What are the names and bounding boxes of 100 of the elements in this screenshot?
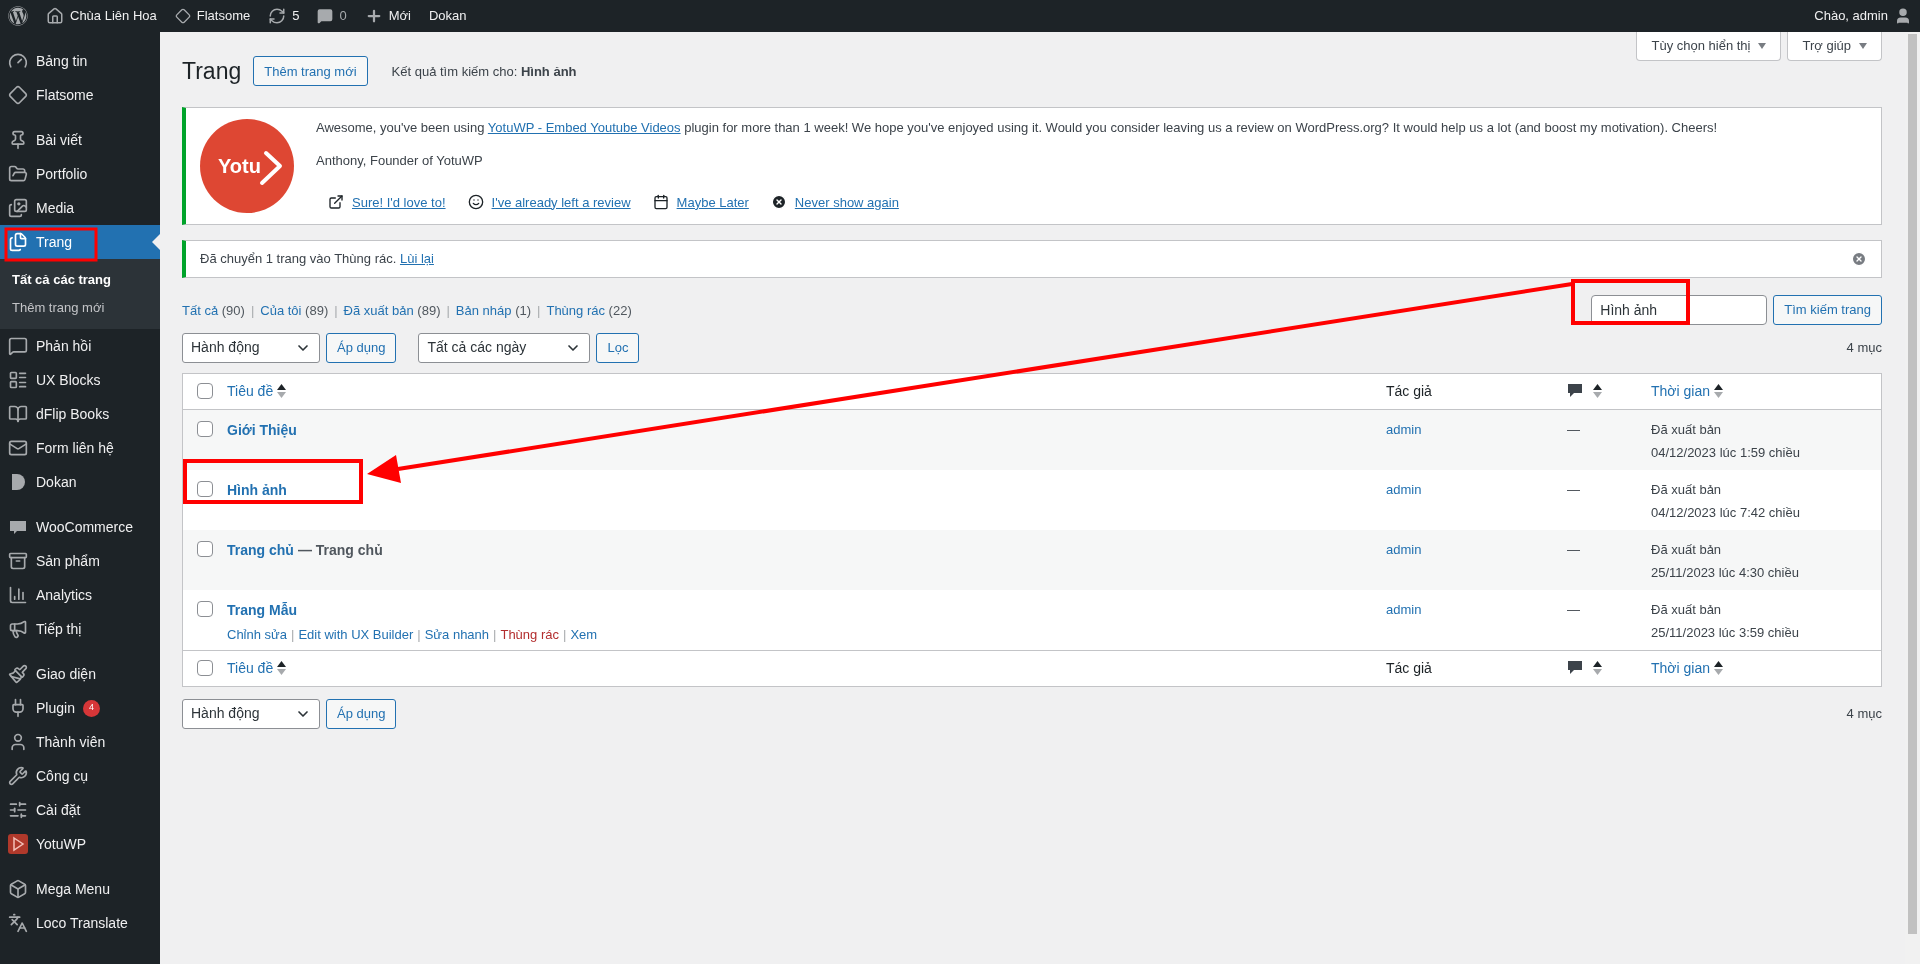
sidebar-item[interactable]: Bảng tin <box>0 44 160 78</box>
row-action-link[interactable]: Chỉnh sửa <box>227 624 287 644</box>
row-action-link[interactable]: Edit with UX Builder <box>298 624 414 644</box>
post-date: 04/12/2023 lúc 1:59 chiều <box>1651 444 1801 462</box>
dropdown[interactable]: Tất cả các ngày <box>418 332 591 363</box>
checkbox[interactable] <box>197 383 213 399</box>
sidebar-item[interactable]: Công cụ <box>0 759 160 793</box>
sidebar-item[interactable]: Form liên hệ <box>0 431 160 465</box>
sidebar-item[interactable]: UX Blocks <box>0 363 160 397</box>
add-new-button[interactable]: Thêm trang mới <box>253 56 368 87</box>
sidebar-item[interactable]: Cài đặt <box>0 793 160 827</box>
account-link[interactable]: Chào, admin <box>1814 6 1912 26</box>
pointer-notch-icon <box>152 234 160 250</box>
new-link[interactable]: Mới <box>364 6 411 26</box>
dropdown[interactable]: Hành động <box>182 698 320 729</box>
undo-link[interactable]: Lùi lại <box>399 250 434 266</box>
brush-icon <box>8 664 28 684</box>
sidebar-item[interactable]: Thành viên <box>0 725 160 759</box>
page-title-link[interactable]: Trang chủ <box>227 539 294 561</box>
theme-link[interactable]: Flatsome <box>174 6 251 26</box>
dismiss-icon[interactable] <box>1851 250 1867 267</box>
sidebar-item[interactable]: Portfolio <box>0 157 160 191</box>
checkbox[interactable] <box>197 660 213 676</box>
row-action-link[interactable]: Sửa nhanh <box>424 624 490 644</box>
sort-icon <box>1593 661 1602 675</box>
sidebar-item[interactable]: Dokan <box>0 465 160 499</box>
sidebar-item[interactable]: Analytics <box>0 578 160 612</box>
column-sort-link[interactable]: Thời gian <box>1651 380 1710 402</box>
comments-link[interactable]: 0 <box>317 6 347 26</box>
column-sort-link[interactable]: Tiêu đề <box>227 380 274 402</box>
sidebar-item[interactable]: Plugin 4 <box>0 691 160 725</box>
plugin-link[interactable]: Dokan <box>428 6 467 26</box>
view-filter-link[interactable]: Đã xuất bản (89) <box>343 301 441 321</box>
notice-action-link[interactable]: Never show again <box>770 192 899 212</box>
checkbox[interactable] <box>197 600 213 617</box>
submenu-item[interactable]: Tất cả các trang <box>0 266 160 294</box>
search-result-text: Kết quả tìm kiếm cho: Hình ảnh <box>391 62 577 81</box>
notice-action-link[interactable]: I've already left a review <box>467 192 631 212</box>
column-sort-link[interactable]: Tiêu đề <box>227 657 274 679</box>
submenu-item[interactable]: Thêm trang mới <box>0 294 160 322</box>
checkbox[interactable] <box>197 480 213 497</box>
sidebar-item[interactable]: Trang <box>0 225 160 259</box>
sidebar-item[interactable]: YotuWP <box>0 827 160 861</box>
sidebar-item[interactable]: Giao diện <box>0 657 160 691</box>
wordpress-logo-icon[interactable] <box>8 6 28 26</box>
page-title-link[interactable]: Hình ảnh <box>227 479 287 501</box>
sidebar-item[interactable]: dFlip Books <box>0 397 160 431</box>
sidebar-item[interactable]: Phản hồi <box>0 329 160 363</box>
view-filter-link[interactable]: Của tôi (89) <box>260 301 329 321</box>
bar-chart-icon <box>8 585 28 605</box>
column-sort-link[interactable]: Thời gian <box>1651 657 1710 679</box>
sidebar-item[interactable]: WooCommerce <box>0 510 160 544</box>
filter-button[interactable]: Lọc <box>596 332 640 363</box>
author-link[interactable]: admin <box>1386 481 1422 497</box>
apply-button[interactable]: Áp dụng <box>326 332 397 363</box>
view-filter-link[interactable]: Thùng rác (22) <box>546 301 632 321</box>
page-title-link[interactable]: Trang Mẫu <box>227 599 297 621</box>
site-link[interactable]: Chùa Liên Hoa <box>46 6 157 26</box>
screen-tab[interactable]: Trợ giúp <box>1787 32 1882 61</box>
author-link[interactable]: admin <box>1386 601 1422 617</box>
apply-button[interactable]: Áp dụng <box>326 698 397 729</box>
row-action-link[interactable]: Xem <box>570 624 598 644</box>
sidebar-item[interactable]: Loco Translate <box>0 906 160 940</box>
comment-count: — <box>1567 421 1580 437</box>
search-button[interactable]: Tìm kiếm trang <box>1773 294 1882 325</box>
sidebar-item[interactable]: Media <box>0 191 160 225</box>
separator: | <box>291 625 295 644</box>
separator: | <box>493 625 497 644</box>
checkbox[interactable] <box>197 540 213 557</box>
comment-icon[interactable] <box>1567 383 1583 399</box>
plugin-link[interactable]: YotuWP - Embed Youtube Videos <box>487 119 681 135</box>
author-link[interactable]: admin <box>1386 541 1422 557</box>
sidebar-item[interactable]: Bài viết <box>0 123 160 157</box>
notice-action-link[interactable]: Maybe Later <box>652 192 749 212</box>
updates-link[interactable]: 5 <box>268 6 300 26</box>
comment-icon <box>8 336 28 356</box>
row-action-link[interactable]: Thùng rác <box>500 624 559 644</box>
dropdown[interactable]: Hành động <box>182 332 320 363</box>
view-filter-link[interactable]: Bản nháp (1) <box>455 301 532 321</box>
home-icon <box>46 7 64 25</box>
author-link[interactable]: admin <box>1386 421 1422 437</box>
post-date: 04/12/2023 lúc 7:42 chiều <box>1651 504 1801 522</box>
sidebar-item[interactable]: Mega Menu <box>0 872 160 906</box>
comment-icon <box>317 8 334 24</box>
search-field[interactable]: Hình ảnh <box>1591 294 1768 325</box>
blocks-icon <box>8 370 28 390</box>
comment-icon[interactable] <box>1567 660 1583 676</box>
page-title-link[interactable]: Giới Thiệu <box>227 419 297 441</box>
view-filter-link[interactable]: Tất cả (90) <box>182 301 245 321</box>
post-status: Đã xuất bản <box>1651 600 1723 619</box>
screen-tab[interactable]: Tùy chọn hiển thị <box>1636 32 1782 61</box>
comment-count: — <box>1567 541 1580 557</box>
comment-count: — <box>1567 601 1580 617</box>
sidebar-item[interactable]: Flatsome <box>0 78 160 112</box>
checkbox[interactable] <box>197 420 213 437</box>
sidebar-item[interactable]: Tiếp thị <box>0 612 160 646</box>
notice-action-link[interactable]: Sure! I'd love to! <box>328 192 446 212</box>
sidebar-item[interactable]: Sản phẩm <box>0 544 160 578</box>
page-title: Trang <box>182 57 242 86</box>
post-date: 25/11/2023 lúc 3:59 chiều <box>1651 624 1800 642</box>
